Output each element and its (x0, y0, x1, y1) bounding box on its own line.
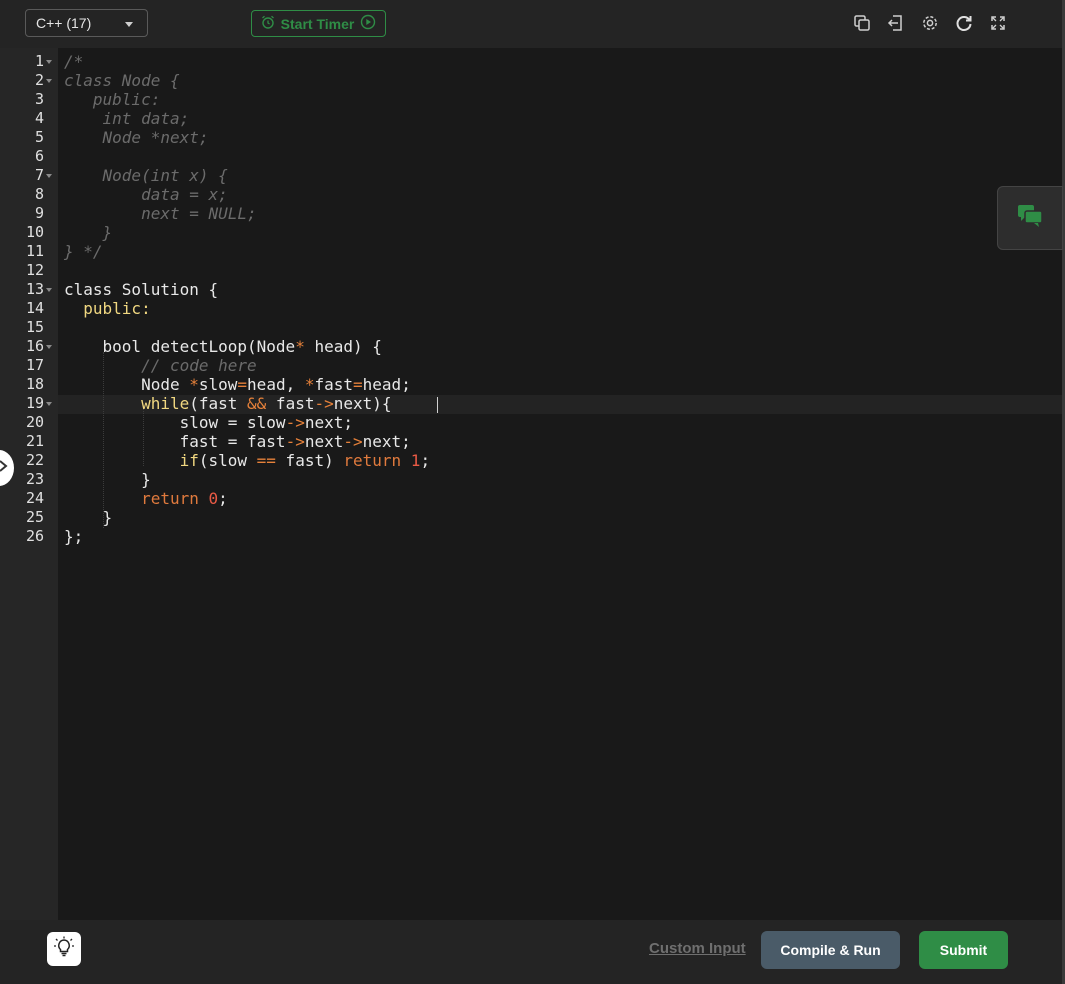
start-timer-label: Start Timer (280, 15, 355, 32)
chevron-right-icon (0, 459, 8, 477)
language-select[interactable]: C++ (17) (25, 9, 148, 37)
code-line: Node(int x) { (64, 166, 228, 185)
copy-icon[interactable] (852, 13, 872, 33)
code-line: } */ (64, 242, 103, 261)
code-line: /* (64, 52, 84, 71)
chat-button[interactable] (997, 186, 1063, 250)
code-line: }; (64, 527, 84, 546)
editor-footer: Custom Input Compile & Run Submit (0, 920, 1062, 984)
alarm-clock-icon (261, 15, 275, 32)
code-line: next = NULL; (64, 204, 257, 223)
code-line: } (64, 223, 113, 242)
line-number: 8 (34, 185, 44, 203)
code-line: fast = fast->next->next; (64, 432, 411, 451)
settings-gear-icon[interactable] (920, 13, 940, 33)
chevron-down-icon (125, 22, 133, 27)
code-line: int data; (64, 109, 190, 128)
fold-arrow-icon[interactable] (46, 60, 52, 64)
chat-bubbles-icon (1016, 203, 1044, 234)
code-line: Node *next; (64, 128, 209, 147)
lightbulb-icon (53, 936, 75, 963)
line-number: 17 (25, 356, 44, 374)
line-number: 16 (25, 337, 44, 355)
code-line: while(fast && fast->next){ (141, 394, 392, 413)
editor-toolbar: C++ (17) Start Timer (0, 0, 1062, 48)
line-number: 13 (25, 280, 44, 298)
fold-arrow-icon[interactable] (46, 288, 52, 292)
language-select-value: C++ (17) (36, 15, 92, 31)
fold-arrow-icon[interactable] (46, 79, 52, 83)
fullscreen-icon[interactable] (988, 13, 1008, 33)
code-line: data = x; (64, 185, 228, 204)
exit-icon[interactable] (886, 13, 906, 33)
code-line: return 0; (141, 489, 228, 508)
line-number: 10 (25, 223, 44, 241)
line-number: 20 (25, 413, 44, 431)
line-number: 12 (25, 261, 44, 279)
fold-arrow-icon[interactable] (46, 345, 52, 349)
submit-button[interactable]: Submit (919, 931, 1008, 969)
text-cursor (437, 397, 438, 413)
indent-guide (143, 409, 144, 466)
line-number: 3 (34, 90, 44, 108)
code-line: public: (83, 299, 151, 318)
code-line: slow = slow->next; (64, 413, 353, 432)
hint-button[interactable] (47, 932, 81, 966)
line-number: 25 (25, 508, 44, 526)
line-number: 19 (25, 394, 44, 412)
code-line: public: (64, 90, 161, 109)
line-number: 26 (25, 527, 44, 545)
code-line: class Solution { (64, 280, 219, 299)
line-number: 24 (25, 489, 44, 507)
code-line: // code here (64, 356, 257, 375)
play-circle-icon (360, 14, 376, 33)
fold-arrow-icon[interactable] (46, 174, 52, 178)
custom-input-link[interactable]: Custom Input (649, 940, 746, 957)
indent-guide (103, 352, 104, 528)
line-number: 11 (25, 242, 44, 260)
line-number: 15 (25, 318, 44, 336)
line-number: 9 (34, 204, 44, 222)
line-number: 2 (34, 71, 44, 89)
start-timer-button[interactable]: Start Timer (251, 10, 386, 37)
line-number: 4 (34, 109, 44, 127)
code-line: class Node { (64, 71, 180, 90)
line-number: 1 (34, 52, 44, 70)
code-line: } (64, 470, 151, 489)
fold-arrow-icon[interactable] (46, 402, 52, 406)
line-number: 7 (34, 166, 44, 184)
reset-icon[interactable] (954, 13, 974, 33)
code-line: } (64, 508, 113, 527)
line-number: 5 (34, 128, 44, 146)
compile-run-button[interactable]: Compile & Run (761, 931, 900, 969)
line-number: 6 (34, 147, 44, 165)
code-line: Node *slow=head, *fast=head; (64, 375, 411, 394)
line-number: 18 (25, 375, 44, 393)
code-line: if(slow == fast) return 1; (179, 451, 431, 470)
line-number: 21 (25, 432, 44, 450)
code-line: bool detectLoop(Node* head) { (64, 337, 382, 356)
line-number: 14 (25, 299, 44, 317)
